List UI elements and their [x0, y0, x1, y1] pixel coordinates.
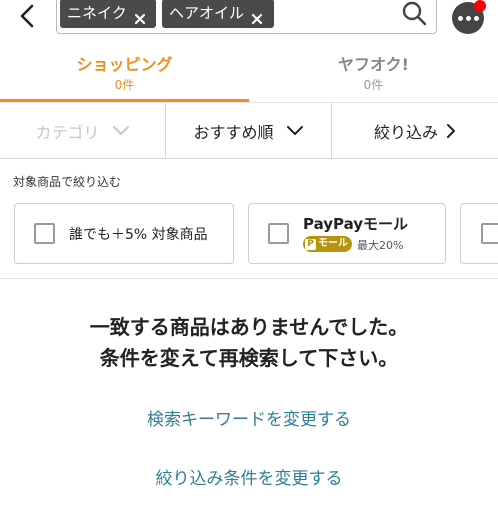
- search-input[interactable]: ニネイク ヘアオイル: [56, 0, 437, 34]
- badge-label: モール: [318, 238, 348, 249]
- paypay-mall-badge: P モール: [303, 236, 352, 252]
- checkbox[interactable]: [34, 223, 55, 244]
- divider: [0, 278, 498, 279]
- close-icon[interactable]: [250, 7, 264, 24]
- chip-label: ヘアオイル: [169, 4, 245, 22]
- header: ニネイク ヘアオイル: [0, 0, 498, 40]
- checkbox[interactable]: [268, 223, 289, 244]
- narrow-down-button[interactable]: 絞り込み: [332, 103, 498, 159]
- category-filter-button[interactable]: カテゴリ: [0, 103, 166, 159]
- chevron-right-icon: [447, 124, 455, 138]
- chip-label: ニネイク: [67, 4, 127, 22]
- change-keyword-link[interactable]: 検索キーワードを変更する: [0, 405, 498, 430]
- tab-label: ヤフオク!: [338, 55, 409, 74]
- tab-count: 0件: [114, 78, 135, 92]
- narrow-down-label: 絞り込み: [373, 123, 438, 142]
- chevron-down-icon: [286, 126, 303, 135]
- refine-option-sub: 最大20%: [357, 239, 404, 252]
- refine-option-paypay-mall[interactable]: PayPayモール P モール 最大20%: [248, 203, 446, 264]
- refine-option-label: PayPayモール: [303, 215, 409, 233]
- tab-count: 0件: [363, 78, 384, 92]
- tab-shopping[interactable]: ショッピング 0件: [0, 48, 249, 102]
- chevron-left-icon[interactable]: [14, 2, 42, 30]
- empty-message-line: 条件を変えて再検索して下さい。: [99, 346, 399, 370]
- search-chip[interactable]: ヘアオイル: [162, 0, 274, 28]
- empty-result-message: 一致する商品はありませんでした。 条件を変えて再検索して下さい。: [0, 312, 498, 374]
- paypay-logo-icon: P: [305, 238, 316, 250]
- sort-button[interactable]: おすすめ順: [166, 103, 332, 159]
- notification-dot: [474, 0, 486, 12]
- refine-option-label: 誰でも＋5% 対象商品: [69, 227, 208, 243]
- close-icon[interactable]: [133, 7, 147, 24]
- sort-label: おすすめ順: [193, 123, 274, 142]
- empty-message-line: 一致する商品はありませんでした。: [89, 315, 409, 339]
- chevron-down-icon: [112, 126, 129, 135]
- tab-auction[interactable]: ヤフオク! 0件: [249, 48, 498, 102]
- tab-label: ショッピング: [76, 55, 173, 74]
- search-icon[interactable]: [400, 0, 428, 27]
- search-chip[interactable]: ニネイク: [60, 0, 156, 28]
- checkbox[interactable]: [481, 223, 498, 244]
- refine-option-next[interactable]: [460, 203, 498, 264]
- result-tabs: ショッピング 0件 ヤフオク! 0件: [0, 48, 498, 102]
- filter-bar: カテゴリ おすすめ順 絞り込み: [0, 103, 498, 159]
- refine-option-plus5[interactable]: 誰でも＋5% 対象商品: [14, 203, 234, 264]
- change-conditions-link[interactable]: 絞り込み条件を変更する: [0, 464, 498, 489]
- refine-section-title: 対象商品で絞り込む: [13, 175, 122, 189]
- category-filter-label: カテゴリ: [35, 123, 100, 142]
